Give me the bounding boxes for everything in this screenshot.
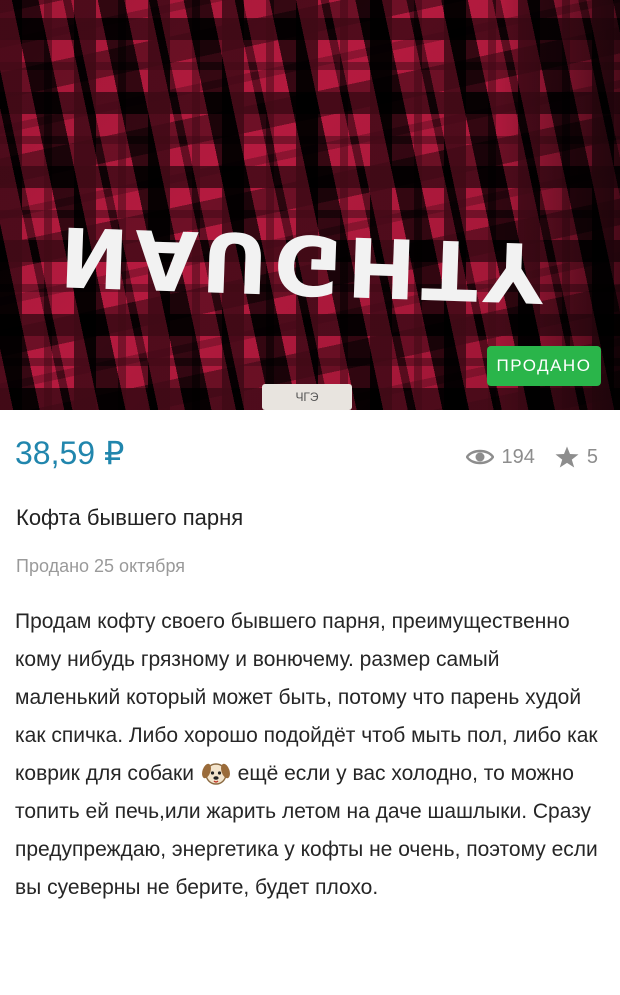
listing-description: Продам кофту своего бывшего парня, преим…	[15, 603, 610, 907]
price: 38,59 ₽	[15, 435, 125, 471]
listing-stats: 194 5	[465, 446, 598, 468]
sold-badge: ПРОДАНО	[487, 346, 601, 386]
favorites-count: 5	[586, 446, 598, 468]
description-text-1: Продам кофту своего бывшего парня, преим…	[15, 610, 598, 785]
listing-title: Кофта бывшего парня	[16, 505, 244, 530]
collar-tag: ЧГЭ	[262, 384, 352, 410]
product-photo[interactable]: NAUGHTY ЧГЭ ПРОДАНО	[0, 0, 620, 410]
eye-icon	[465, 448, 494, 466]
views-count: 194	[501, 446, 535, 468]
star-icon[interactable]	[555, 446, 579, 468]
shirt-print-text: NAUGHTY	[58, 207, 551, 320]
sold-date: Продано 25 октября	[16, 556, 185, 576]
dog-face-icon	[201, 760, 230, 786]
